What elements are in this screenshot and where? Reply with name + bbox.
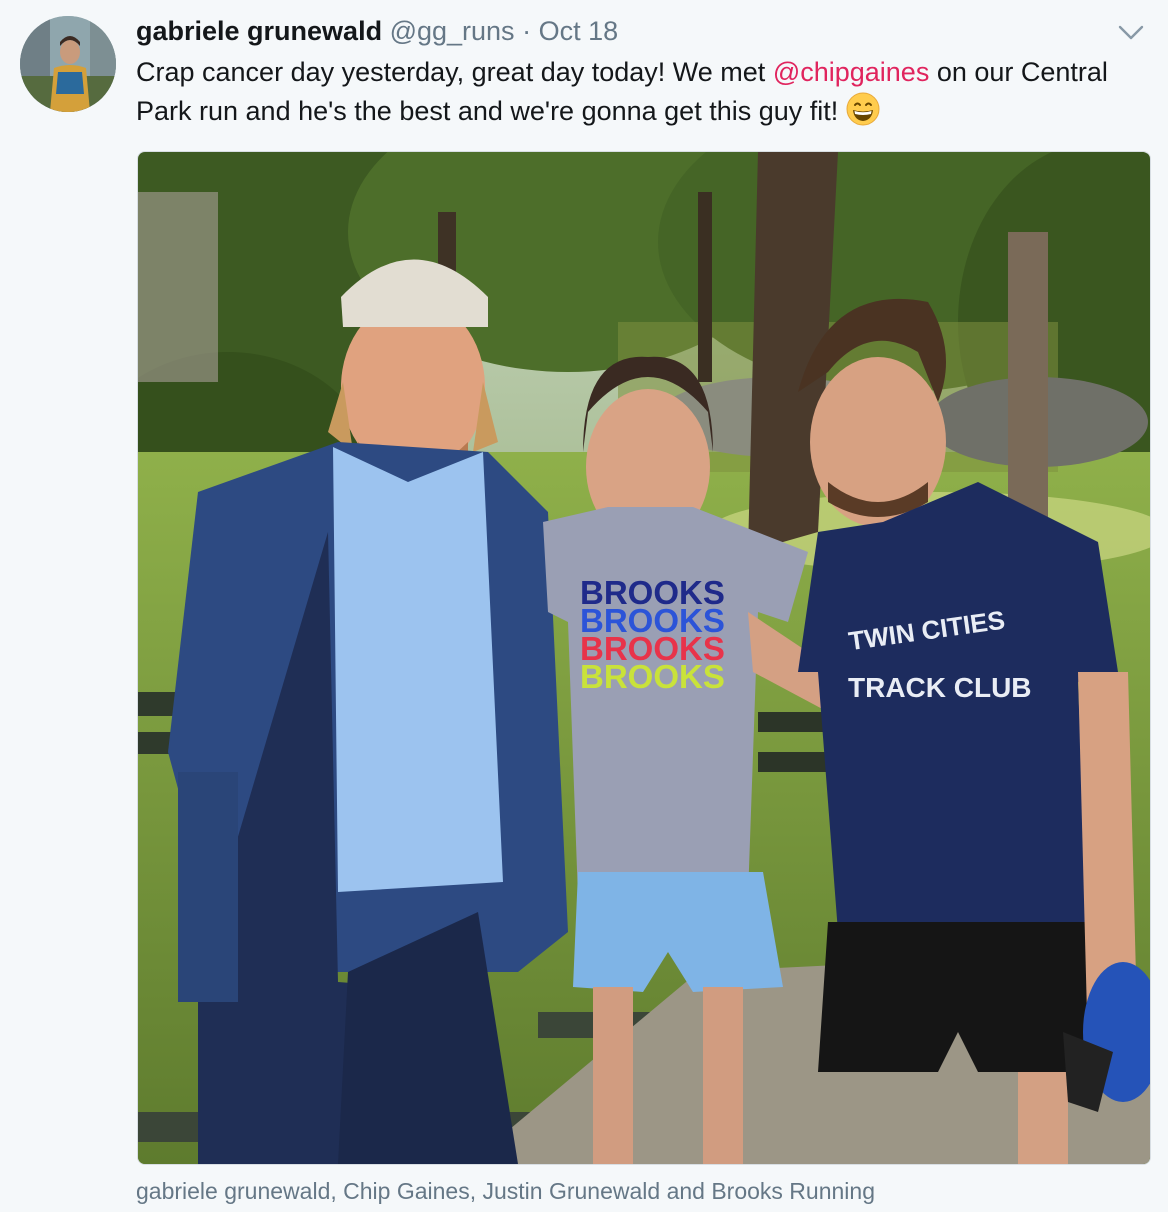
shirt-club-line-2: TRACK CLUB bbox=[848, 672, 1032, 703]
header-separator: · bbox=[522, 16, 532, 46]
shirt-brand-print: BROOKS BROOKS BROOKS BROOKS bbox=[580, 574, 725, 695]
tweet-header: gabriele grunewald @gg_runs · Oct 18 bbox=[136, 13, 618, 49]
tweet-photo[interactable]: BROOKS BROOKS BROOKS BROOKS TWIN CITIES … bbox=[137, 151, 1151, 1165]
author-name[interactable]: gabriele grunewald bbox=[136, 16, 382, 46]
tweet-text-part-1: Crap cancer day yesterday, great day tod… bbox=[136, 57, 773, 87]
author-avatar[interactable] bbox=[20, 16, 116, 112]
tweet-timestamp[interactable]: Oct 18 bbox=[539, 16, 619, 46]
tweet: gabriele grunewald @gg_runs · Oct 18 Cra… bbox=[0, 0, 1168, 1212]
mention-link[interactable]: @chipgaines bbox=[773, 57, 930, 87]
chevron-down-icon[interactable] bbox=[1116, 18, 1146, 46]
grinning-face-emoji-icon bbox=[846, 92, 880, 126]
tweet-text: Crap cancer day yesterday, great day tod… bbox=[136, 53, 1156, 131]
media-caption[interactable]: gabriele grunewald, Chip Gaines, Justin … bbox=[136, 1175, 875, 1207]
photo-scene: BROOKS BROOKS BROOKS BROOKS TWIN CITIES … bbox=[138, 152, 1150, 1164]
author-handle[interactable]: @gg_runs bbox=[390, 16, 515, 46]
avatar-image bbox=[20, 16, 116, 112]
shirt-brand-line-4: BROOKS bbox=[580, 658, 725, 695]
